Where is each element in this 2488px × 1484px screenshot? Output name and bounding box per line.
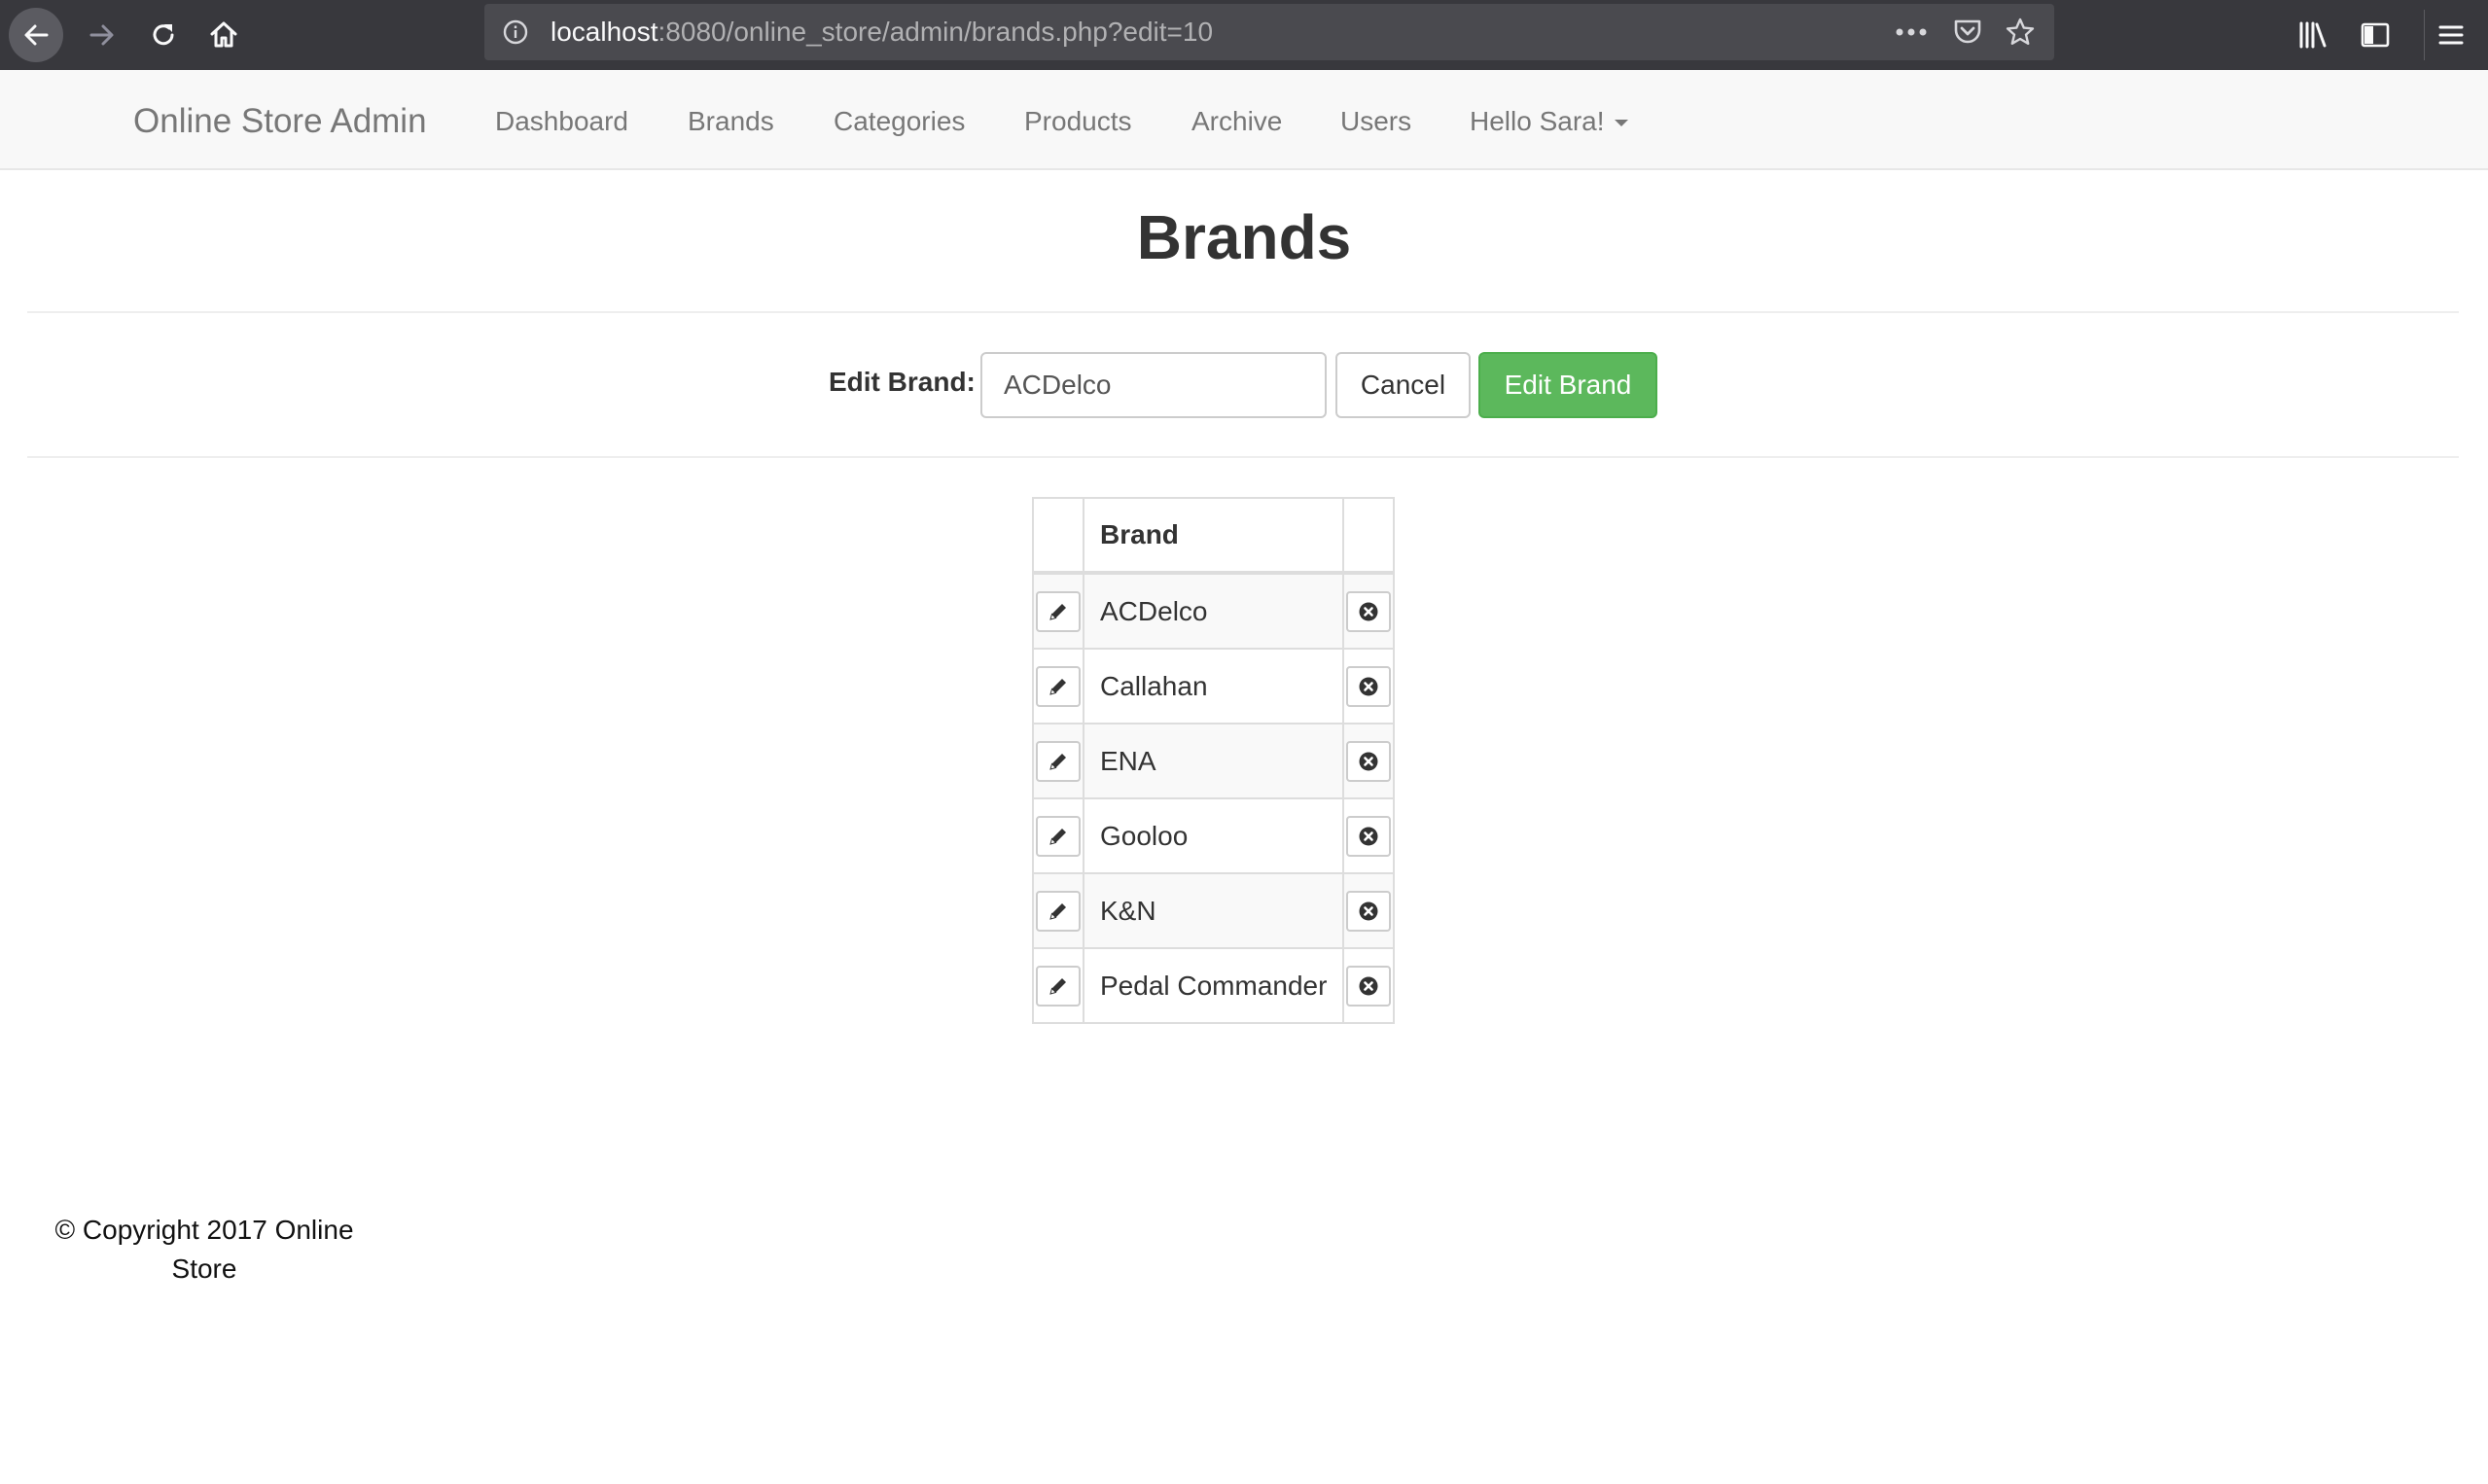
hamburger-menu-icon[interactable] xyxy=(2432,16,2470,54)
home-button[interactable] xyxy=(196,8,251,62)
brand-name-cell: Gooloo xyxy=(1082,797,1345,874)
arrow-left-icon xyxy=(24,24,49,46)
edit-row-button[interactable] xyxy=(1036,665,1081,707)
back-button[interactable] xyxy=(9,8,63,62)
form-divider xyxy=(27,456,2459,458)
user-dropdown[interactable]: Hello Sara! xyxy=(1470,106,1628,137)
remove-circle-icon xyxy=(1358,901,1379,922)
edit-cell xyxy=(1032,723,1084,799)
remove-circle-icon xyxy=(1358,975,1379,997)
edit-cell xyxy=(1032,797,1084,874)
brand-name-cell: Pedal Commander xyxy=(1082,947,1345,1024)
remove-circle-icon xyxy=(1358,826,1379,847)
address-bar[interactable]: localhost:8080/online_store/admin/brands… xyxy=(484,4,2054,60)
header-brand: Brand xyxy=(1082,497,1345,575)
site-navbar: Online Store Admin Dashboard Brands Cate… xyxy=(0,70,2488,170)
delete-cell xyxy=(1342,872,1396,949)
brand-name-cell: Callahan xyxy=(1082,648,1345,724)
nav-link-archive[interactable]: Archive xyxy=(1191,106,1282,137)
table-row: ACDelco xyxy=(1032,572,1396,650)
delete-cell xyxy=(1342,723,1396,799)
site-info-icon[interactable] xyxy=(502,18,529,46)
edit-row-button[interactable] xyxy=(1036,965,1081,1007)
header-edit-column xyxy=(1032,497,1084,575)
delete-cell xyxy=(1342,947,1396,1024)
delete-row-button[interactable] xyxy=(1346,590,1392,632)
table-row: Gooloo xyxy=(1032,797,1396,874)
footer-copyright-line2: Store xyxy=(171,1254,237,1284)
brand-name-input[interactable] xyxy=(980,352,1327,418)
nav-link-brands[interactable]: Brands xyxy=(688,106,774,137)
footer-copyright-line1: © Copyright 2017 Online xyxy=(54,1215,354,1245)
nav-link-categories[interactable]: Categories xyxy=(834,106,965,137)
edit-brand-label: Edit Brand: xyxy=(829,367,976,397)
delete-row-button[interactable] xyxy=(1346,665,1392,707)
edit-row-button[interactable] xyxy=(1036,740,1081,782)
page-title: Brands xyxy=(1136,202,1352,272)
delete-row-button[interactable] xyxy=(1346,890,1392,932)
footer: © Copyright 2017 Online Store xyxy=(39,1211,370,1289)
url-host: localhost xyxy=(551,17,658,47)
brand-name-cell: ENA xyxy=(1082,723,1345,799)
cancel-button[interactable]: Cancel xyxy=(1335,352,1471,418)
edit-cell xyxy=(1032,572,1084,650)
table-row: Callahan xyxy=(1032,648,1396,724)
toolbar-separator xyxy=(2424,10,2425,60)
pencil-icon xyxy=(1048,901,1069,922)
page-actions-icon[interactable] xyxy=(1895,17,1928,48)
home-icon xyxy=(210,21,237,48)
library-icon[interactable] xyxy=(2293,16,2332,54)
delete-row-button[interactable] xyxy=(1346,740,1392,782)
table-row: Pedal Commander xyxy=(1032,947,1396,1024)
edit-cell xyxy=(1032,947,1084,1024)
delete-row-button[interactable] xyxy=(1346,965,1392,1007)
edit-row-button[interactable] xyxy=(1036,590,1081,632)
reload-button[interactable] xyxy=(136,8,191,62)
nav-link-products[interactable]: Products xyxy=(1024,106,1132,137)
forward-button[interactable] xyxy=(75,8,129,62)
nav-link-dashboard[interactable]: Dashboard xyxy=(495,106,628,137)
navbar-brand[interactable]: Online Store Admin xyxy=(133,102,427,141)
delete-cell xyxy=(1342,572,1396,650)
edit-cell xyxy=(1032,648,1084,724)
delete-cell xyxy=(1342,797,1396,874)
pencil-icon xyxy=(1048,751,1069,772)
delete-cell xyxy=(1342,648,1396,724)
header-delete-column xyxy=(1342,497,1396,575)
edit-row-button[interactable] xyxy=(1036,815,1081,857)
pocket-icon[interactable] xyxy=(1951,17,1984,48)
user-dropdown-label: Hello Sara! xyxy=(1470,106,1605,136)
edit-cell xyxy=(1032,872,1084,949)
brand-name-cell: K&N xyxy=(1082,872,1345,949)
remove-circle-icon xyxy=(1358,601,1379,622)
sidebar-toggle-icon[interactable] xyxy=(2356,16,2395,54)
remove-circle-icon xyxy=(1358,751,1379,772)
brand-name-cell: ACDelco xyxy=(1082,572,1345,650)
table-header-row: Brand xyxy=(1032,497,1396,575)
header-divider xyxy=(27,311,2459,313)
edit-row-button[interactable] xyxy=(1036,890,1081,932)
pencil-icon xyxy=(1048,826,1069,847)
pencil-icon xyxy=(1048,676,1069,697)
url-text[interactable]: localhost:8080/online_store/admin/brands… xyxy=(551,18,1213,47)
table-row: ENA xyxy=(1032,723,1396,799)
browser-toolbar: localhost:8080/online_store/admin/brands… xyxy=(0,0,2488,70)
edit-brand-button[interactable]: Edit Brand xyxy=(1478,352,1657,418)
pencil-icon xyxy=(1048,975,1069,997)
brands-table: Brand ACDelco Callahan ENA Gooloo K&N Pedal C… xyxy=(1032,497,1396,1024)
reload-icon xyxy=(153,24,174,46)
caret-down-icon xyxy=(1614,120,1628,127)
delete-row-button[interactable] xyxy=(1346,815,1392,857)
arrow-right-icon xyxy=(89,24,114,46)
nav-link-users[interactable]: Users xyxy=(1340,106,1411,137)
url-path: :8080/online_store/admin/brands.php?edit… xyxy=(658,17,1214,47)
pencil-icon xyxy=(1048,601,1069,622)
table-row: K&N xyxy=(1032,872,1396,949)
remove-circle-icon xyxy=(1358,676,1379,697)
bookmark-star-icon[interactable] xyxy=(2004,17,2037,48)
